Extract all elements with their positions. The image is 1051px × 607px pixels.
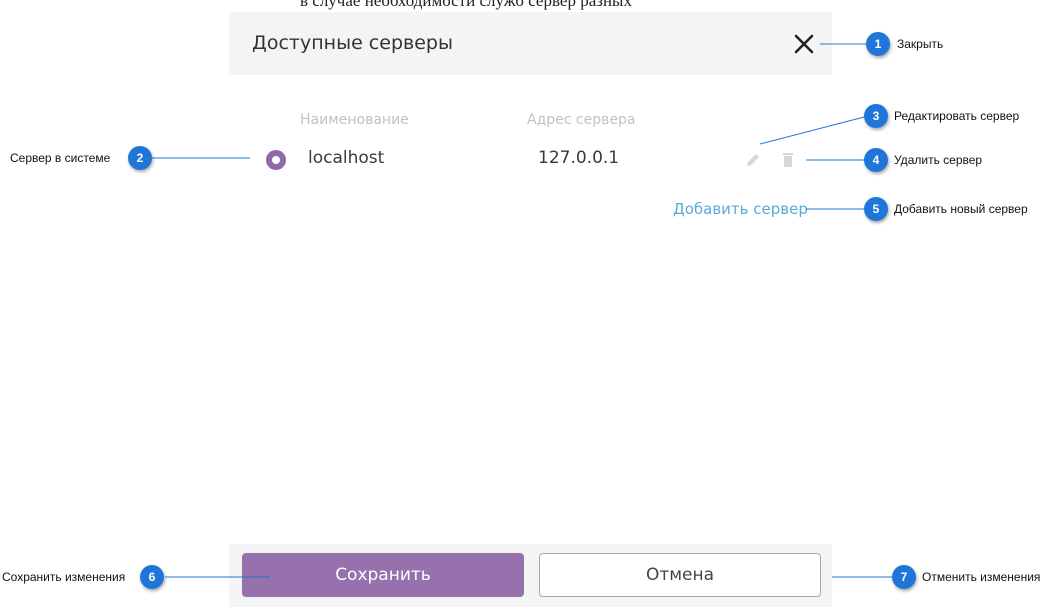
close-button[interactable] — [791, 31, 817, 57]
callout-label-close: Закрыть — [897, 37, 944, 51]
callout-badge-3: 3 — [864, 104, 888, 128]
column-header-address: Адрес сервера — [527, 112, 636, 128]
callout-label-edit-server: Редактировать сервер — [894, 109, 1020, 123]
callout-badge-2: 2 — [128, 146, 152, 170]
save-button[interactable]: Сохранить — [242, 553, 524, 597]
servers-dialog: Доступные серверы Наименование Адрес сер… — [229, 12, 832, 607]
server-radio-button[interactable] — [266, 150, 286, 170]
column-header-name: Наименование — [300, 112, 409, 128]
callout-label-delete-server: Удалить сервер — [894, 153, 983, 167]
callout-badge-4: 4 — [864, 148, 888, 172]
dialog-title: Доступные серверы — [252, 32, 453, 54]
server-address: 127.0.0.1 — [538, 148, 620, 168]
server-name: localhost — [308, 148, 385, 168]
callout-label-add-new-server: Добавить новый сервер — [894, 202, 1028, 216]
callout-label-server-in-system: Сервер в системе — [10, 151, 111, 165]
dialog-footer: Сохранить Отмена — [229, 544, 832, 607]
delete-server-button[interactable] — [781, 151, 795, 173]
callout-badge-5: 5 — [864, 197, 888, 221]
callout-label-cancel-changes: Отменить изменения — [922, 570, 1041, 584]
pencil-icon — [747, 154, 759, 166]
close-icon — [794, 34, 814, 54]
trash-icon — [783, 153, 793, 167]
callout-badge-1: 1 — [866, 32, 890, 56]
callout-badge-6: 6 — [140, 565, 164, 589]
callout-label-save-changes: Сохранить изменения — [2, 570, 126, 584]
cancel-button[interactable]: Отмена — [539, 553, 821, 597]
callout-badge-7: 7 — [892, 565, 916, 589]
add-server-link[interactable]: Добавить сервер — [673, 200, 808, 218]
page-caption-fragment: в случае необходимости служб сервер разн… — [300, 0, 632, 10]
dialog-header: Доступные серверы — [229, 12, 832, 75]
edit-server-button[interactable] — [744, 151, 762, 173]
